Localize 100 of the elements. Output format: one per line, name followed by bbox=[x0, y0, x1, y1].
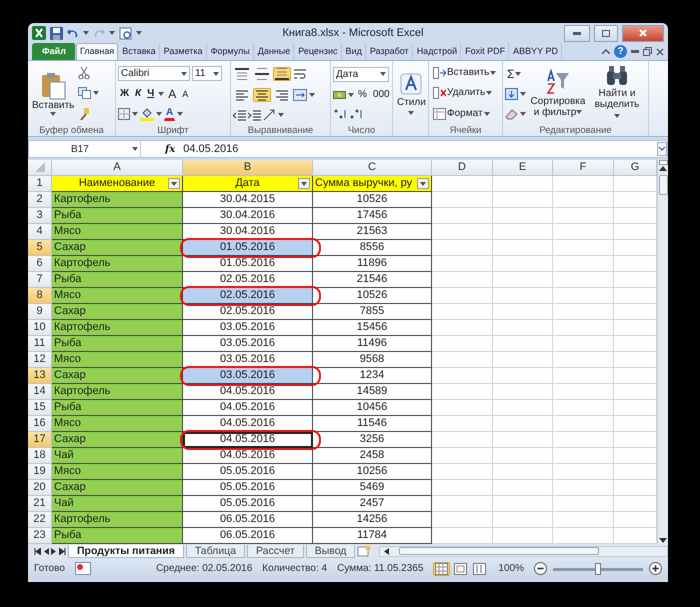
italic-button[interactable]: К bbox=[133, 88, 144, 100]
styles-button[interactable]: Стили bbox=[395, 63, 428, 124]
row-header[interactable]: 15 bbox=[28, 400, 52, 416]
font-size-field[interactable]: 11 bbox=[192, 66, 222, 81]
column-header[interactable]: F bbox=[553, 160, 614, 176]
minimize-icon[interactable] bbox=[631, 50, 639, 53]
empty-cell[interactable] bbox=[553, 208, 614, 224]
row-header[interactable]: 3 bbox=[28, 208, 52, 224]
horizontal-scrollbar[interactable] bbox=[379, 546, 668, 556]
empty-cell[interactable] bbox=[493, 416, 553, 432]
empty-cell[interactable] bbox=[432, 432, 493, 448]
empty-cell[interactable] bbox=[432, 400, 493, 416]
table-cell[interactable]: 01.05.2016 bbox=[183, 240, 313, 256]
row-header[interactable]: 16 bbox=[28, 416, 52, 432]
empty-cell[interactable] bbox=[493, 336, 553, 352]
align-bottom-button[interactable] bbox=[273, 66, 291, 80]
row-header[interactable]: 23 bbox=[28, 528, 52, 544]
shrink-font-button[interactable]: A bbox=[180, 88, 190, 100]
fill-color-icon[interactable] bbox=[140, 108, 154, 120]
normal-view-button[interactable] bbox=[433, 562, 450, 576]
row-header[interactable]: 6 bbox=[28, 256, 52, 272]
empty-cell[interactable] bbox=[553, 224, 614, 240]
eraser-icon[interactable] bbox=[505, 108, 518, 120]
fill-icon[interactable] bbox=[505, 88, 518, 100]
restore-icon[interactable] bbox=[643, 47, 652, 56]
scrollbar-thumb[interactable] bbox=[658, 175, 668, 195]
ribbon-tab[interactable]: Главная bbox=[76, 43, 118, 60]
table-cell[interactable]: 02.05.2016 bbox=[183, 288, 313, 304]
sheet-tab[interactable]: Таблица bbox=[186, 544, 246, 558]
table-cell[interactable]: 30.04.2015 bbox=[183, 192, 313, 208]
empty-cell[interactable] bbox=[553, 432, 614, 448]
empty-cell[interactable] bbox=[553, 416, 614, 432]
empty-cell[interactable] bbox=[553, 192, 614, 208]
empty-cell[interactable] bbox=[553, 288, 614, 304]
empty-cell[interactable] bbox=[493, 192, 553, 208]
number-format-field[interactable]: Дата bbox=[333, 66, 389, 82]
next-sheet-icon[interactable] bbox=[51, 548, 57, 554]
empty-cell[interactable] bbox=[493, 240, 553, 256]
empty-cell[interactable] bbox=[432, 480, 493, 496]
row-header[interactable]: 5 bbox=[28, 240, 52, 256]
redo-icon[interactable] bbox=[93, 28, 105, 38]
sheet-tab[interactable]: Рассчет bbox=[247, 544, 304, 558]
grow-font-button[interactable]: A bbox=[166, 87, 178, 101]
empty-cell[interactable] bbox=[432, 512, 493, 528]
empty-cell[interactable] bbox=[493, 224, 553, 240]
copy-icon[interactable] bbox=[78, 87, 92, 100]
filter-button[interactable] bbox=[298, 178, 310, 189]
table-cell[interactable]: 30.04.2016 bbox=[183, 208, 313, 224]
empty-cell[interactable] bbox=[493, 512, 553, 528]
underline-button[interactable]: Ч bbox=[145, 88, 156, 100]
table-cell[interactable]: 05.05.2016 bbox=[183, 464, 313, 480]
empty-cell[interactable] bbox=[493, 432, 553, 448]
table-cell[interactable]: 03.05.2016 bbox=[183, 368, 313, 384]
empty-cell[interactable] bbox=[432, 352, 493, 368]
empty-cell[interactable] bbox=[432, 464, 493, 480]
table-cell[interactable]: 05.05.2016 bbox=[183, 496, 313, 512]
collapse-ribbon-icon[interactable] bbox=[602, 49, 610, 54]
empty-cell[interactable] bbox=[432, 192, 493, 208]
empty-cell[interactable] bbox=[553, 256, 614, 272]
empty-cell[interactable] bbox=[553, 512, 614, 528]
row-header[interactable]: 21 bbox=[28, 496, 52, 512]
empty-cell[interactable] bbox=[493, 448, 553, 464]
thousands-separator-button[interactable]: 000 bbox=[370, 88, 392, 101]
increase-indent-icon[interactable] bbox=[248, 108, 261, 120]
empty-cell[interactable] bbox=[553, 320, 614, 336]
empty-cell[interactable] bbox=[553, 368, 614, 384]
empty-cell[interactable] bbox=[493, 400, 553, 416]
filter-button[interactable] bbox=[168, 178, 180, 189]
table-cell[interactable]: 03.05.2016 bbox=[183, 320, 313, 336]
borders-icon[interactable] bbox=[118, 108, 130, 120]
column-header[interactable]: B bbox=[183, 160, 313, 176]
row-header[interactable]: 1 bbox=[28, 176, 52, 192]
row-header[interactable]: 18 bbox=[28, 448, 52, 464]
table-cell[interactable]: 02.05.2016 bbox=[183, 304, 313, 320]
format-painter-icon[interactable] bbox=[78, 108, 90, 120]
find-select-button[interactable]: Найти и выделить bbox=[590, 63, 644, 124]
column-header[interactable]: E bbox=[493, 160, 553, 176]
empty-cell[interactable] bbox=[432, 256, 493, 272]
filter-button[interactable] bbox=[417, 178, 429, 189]
decrease-decimal-icon[interactable] bbox=[349, 108, 363, 120]
help-button[interactable]: ? bbox=[614, 45, 627, 58]
empty-cell[interactable] bbox=[493, 176, 553, 192]
empty-cell[interactable] bbox=[493, 288, 553, 304]
minimize-button[interactable] bbox=[564, 24, 590, 42]
percent-button[interactable]: % bbox=[356, 88, 369, 101]
paste-button[interactable]: Вставить bbox=[30, 63, 76, 124]
zoom-in-icon[interactable] bbox=[649, 562, 662, 575]
empty-cell[interactable] bbox=[493, 368, 553, 384]
align-middle-button[interactable] bbox=[253, 66, 271, 80]
empty-cell[interactable] bbox=[432, 448, 493, 464]
row-header[interactable]: 12 bbox=[28, 352, 52, 368]
undo-icon[interactable] bbox=[67, 28, 79, 38]
empty-cell[interactable] bbox=[493, 352, 553, 368]
table-cell[interactable]: 04.05.2016 bbox=[183, 416, 313, 432]
empty-cell[interactable] bbox=[553, 176, 614, 192]
table-cell[interactable]: 06.05.2016 bbox=[183, 512, 313, 528]
empty-cell[interactable] bbox=[432, 240, 493, 256]
table-cell[interactable]: 01.05.2016 bbox=[183, 256, 313, 272]
empty-cell[interactable] bbox=[432, 304, 493, 320]
row-header[interactable]: 19 bbox=[28, 464, 52, 480]
